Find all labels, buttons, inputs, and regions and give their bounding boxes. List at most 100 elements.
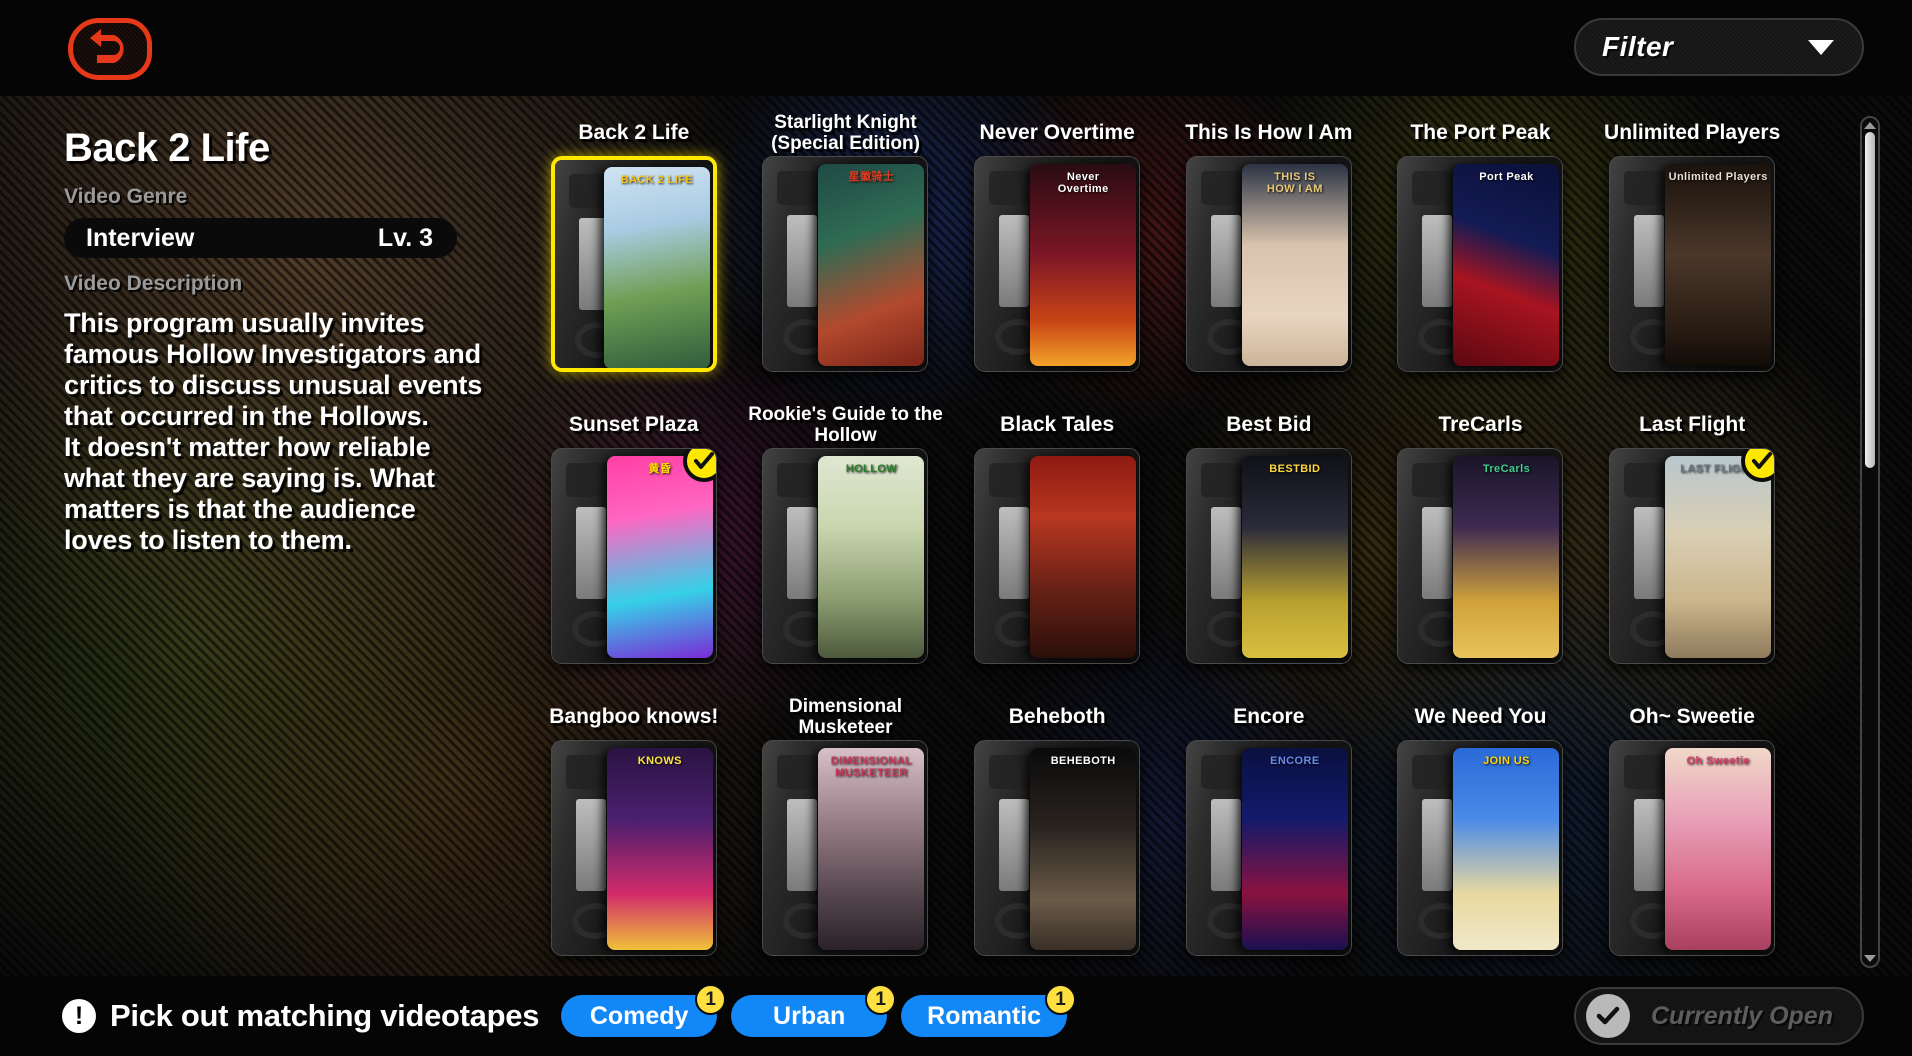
videotape-card[interactable]: Rookie's Guide to the Hollow HOLLOW	[740, 400, 952, 692]
cover-title-text: Never Overtime	[1057, 171, 1109, 195]
videotape-card[interactable]: Encore ENCORE	[1163, 692, 1375, 984]
back-button[interactable]	[68, 18, 152, 80]
cover-artwork	[1665, 164, 1772, 366]
videotape-card[interactable]: Best Bid BESTBID	[1163, 400, 1375, 692]
videotape-card[interactable]: TreCarls TreCarls	[1375, 400, 1587, 692]
cover-artwork	[1453, 748, 1560, 950]
vhs-cassette: HOLLOW	[762, 448, 929, 664]
cover-artwork	[1030, 456, 1137, 658]
cover-title-text: Port Peak	[1479, 171, 1534, 183]
vhs-cassette: BESTBID	[1185, 448, 1352, 664]
cover-sleeve: LAST FLIGHT	[1665, 456, 1772, 658]
cover-title-text: BESTBID	[1269, 463, 1321, 475]
tag-count-badge: 1	[865, 984, 897, 1015]
videotape-card[interactable]: Never Overtime Never Overtime	[951, 108, 1163, 400]
cassette-window	[1210, 799, 1241, 891]
tag-pill[interactable]: Comedy 1	[561, 984, 727, 1037]
cover-title-text: Unlimited Players	[1668, 171, 1768, 183]
videotape-card[interactable]: This Is How I Am THIS IS HOW I AM	[1163, 108, 1375, 400]
videotape-title: The Port Peak	[1410, 121, 1551, 144]
genre-value: Interview	[86, 223, 195, 252]
vhs-cassette: Port Peak	[1397, 156, 1564, 372]
cassette-window	[575, 507, 606, 599]
arrow-down-icon[interactable]	[1864, 955, 1876, 962]
vhs-cassette: TreCarls	[1397, 448, 1564, 664]
cover-title-text: HOLLOW	[845, 463, 898, 475]
cover-sleeve	[1030, 456, 1137, 658]
cassette-window	[1634, 507, 1665, 599]
videotape-card[interactable]: Beheboth BEHEBOTH	[951, 692, 1163, 984]
check-circle-icon	[1586, 994, 1630, 1038]
cover-artwork	[606, 456, 713, 658]
vhs-cassette: 黄昏	[550, 448, 717, 664]
cover-artwork	[1665, 456, 1772, 658]
vhs-cassette: BEHEBOTH	[974, 740, 1141, 956]
videotape-card[interactable]: The Port Peak Port Peak	[1375, 108, 1587, 400]
cover-sleeve: BACK 2 LIFE	[603, 167, 710, 368]
vhs-cassette: JOIN US	[1397, 740, 1564, 956]
arrow-up-icon[interactable]	[1864, 122, 1876, 129]
videotape-card[interactable]: Unlimited Players Unlimited Players	[1586, 108, 1798, 400]
vhs-cassette: Oh Sweetie	[1609, 740, 1776, 956]
cover-title-text: BACK 2 LIFE	[620, 174, 693, 186]
cover-title-text: Oh Sweetie	[1686, 755, 1750, 767]
objective-prompt: Pick out matching videotapes	[110, 998, 540, 1033]
videotape-card[interactable]: Oh~ Sweetie Oh Sweetie	[1586, 692, 1798, 984]
cover-sleeve: JOIN US	[1453, 748, 1560, 950]
tag-count-badge: 1	[695, 984, 727, 1015]
vhs-cassette	[974, 448, 1141, 664]
videotape-card[interactable]: Starlight Knight (Special Edition) 星徽骑士	[740, 108, 952, 400]
vhs-cassette: BACK 2 LIFE	[550, 156, 717, 372]
tag-label: Urban	[773, 1001, 846, 1030]
cassette-window	[999, 215, 1030, 307]
filter-label: Filter	[1602, 31, 1674, 62]
vhs-cassette: Unlimited Players	[1609, 156, 1776, 372]
videotape-title: Best Bid	[1226, 413, 1312, 436]
currently-open-button[interactable]: Currently Open	[1574, 987, 1864, 1045]
videotape-title: We Need You	[1414, 705, 1547, 728]
videotape-card[interactable]: Bangboo knows! KNOWS	[528, 692, 740, 984]
tag-count-badge: 1	[1045, 984, 1077, 1015]
cover-sleeve: TreCarls	[1453, 456, 1560, 658]
videotape-title: Black Tales	[1000, 413, 1115, 436]
cover-title-text: JOIN US	[1483, 755, 1530, 767]
cover-sleeve: KNOWS	[606, 748, 713, 950]
cover-artwork	[818, 456, 925, 658]
cover-title-text: 星徽骑士	[848, 171, 895, 183]
cover-artwork	[1241, 748, 1348, 950]
videotape-card[interactable]: Back 2 Life BACK 2 LIFE	[528, 108, 740, 400]
videotape-card[interactable]: Sunset Plaza 黄昏	[528, 400, 740, 692]
tag-pill[interactable]: Urban 1	[731, 984, 897, 1037]
videotape-title: This Is How I Am	[1185, 121, 1353, 144]
cassette-window	[787, 799, 818, 891]
videotape-title: Bangboo knows!	[549, 705, 719, 728]
videotape-card[interactable]: Black Tales	[951, 400, 1163, 692]
videotape-title: Beheboth	[1008, 705, 1106, 728]
tag-label: Romantic	[927, 1001, 1042, 1030]
cassette-window	[575, 799, 606, 891]
cover-sleeve: Oh Sweetie	[1665, 748, 1772, 950]
level-value: Lv. 3	[377, 223, 433, 252]
cover-sleeve: Port Peak	[1453, 164, 1560, 366]
tag-pill[interactable]: Romantic 1	[901, 984, 1077, 1037]
videotape-title: TreCarls	[1438, 413, 1523, 436]
grid-scrollbar[interactable]	[1860, 116, 1880, 968]
page-title: Back 2 Life	[64, 126, 270, 170]
filter-dropdown[interactable]: Filter	[1574, 18, 1864, 76]
cover-title-text: BEHEBOTH	[1050, 755, 1116, 767]
videotape-card[interactable]: Dimensional Musketeer DIMENSIONAL MUSKETE…	[740, 692, 952, 984]
cover-sleeve: Unlimited Players	[1665, 164, 1772, 366]
videotape-title: Encore	[1233, 705, 1305, 728]
exclamation-glyph: !	[74, 1001, 84, 1030]
scrollbar-thumb[interactable]	[1865, 132, 1875, 468]
cassette-window	[999, 507, 1030, 599]
videotape-title: Never Overtime	[979, 121, 1135, 144]
vhs-cassette: THIS IS HOW I AM	[1185, 156, 1352, 372]
cassette-window	[787, 215, 818, 307]
videotape-title: Rookie's Guide to the Hollow	[748, 404, 943, 446]
videotape-card[interactable]: We Need You JOIN US	[1375, 692, 1587, 984]
videotape-card[interactable]: Last Flight LAST FLIGHT	[1586, 400, 1798, 692]
videotape-title: Sunset Plaza	[569, 413, 699, 436]
cover-sleeve: 星徽骑士	[818, 164, 925, 366]
cassette-window	[1210, 215, 1241, 307]
